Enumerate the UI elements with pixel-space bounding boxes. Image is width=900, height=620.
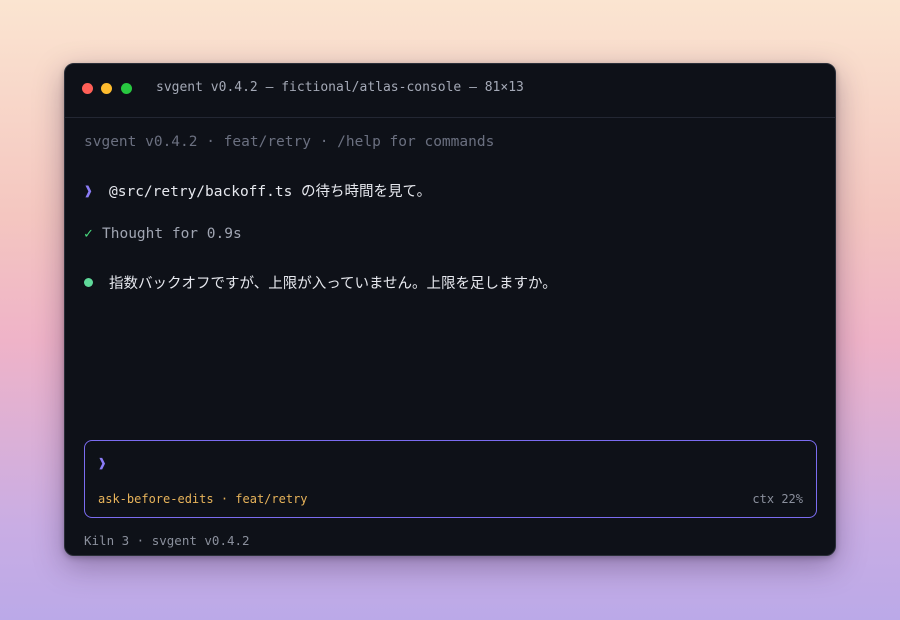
check-icon: ✓ bbox=[84, 226, 93, 242]
footer-status: Kiln 3 · svgent v0.4.2 bbox=[84, 533, 250, 548]
assistant-message-text: 指数バックオフですが、上限が入っていません。上限を足しますか。 bbox=[109, 276, 557, 292]
zoom-button[interactable] bbox=[121, 83, 132, 94]
title-bar: svgent v0.4.2 — fictional/atlas-console … bbox=[65, 64, 835, 118]
prompt-input[interactable]: ❱ ask-before-edits · feat/retry ctx 22% bbox=[84, 440, 817, 518]
bullet-icon bbox=[84, 278, 93, 287]
thought-status: ✓ Thought for 0.9s bbox=[84, 226, 242, 242]
context-usage: ctx 22% bbox=[752, 492, 803, 506]
user-message-text: @src/retry/backoff.ts の待ち時間を見て。 bbox=[109, 184, 432, 200]
close-button[interactable] bbox=[82, 83, 93, 94]
assistant-message: 指数バックオフですが、上限が入っていません。上限を足しますか。 bbox=[84, 272, 557, 293]
terminal-window: svgent v0.4.2 — fictional/atlas-console … bbox=[64, 63, 836, 556]
input-chevron-icon: ❱ bbox=[98, 456, 107, 472]
window-title: svgent v0.4.2 — fictional/atlas-console … bbox=[156, 80, 524, 95]
prompt-chevron-icon: ❱ bbox=[84, 184, 93, 200]
user-message: ❱ @src/retry/backoff.ts の待ち時間を見て。 bbox=[84, 180, 431, 201]
minimize-button[interactable] bbox=[101, 83, 112, 94]
thought-text: Thought for 0.9s bbox=[102, 226, 242, 242]
mode-indicator: ask-before-edits · feat/retry bbox=[98, 492, 308, 506]
session-banner: svgent v0.4.2 · feat/retry · /help for c… bbox=[84, 134, 495, 150]
